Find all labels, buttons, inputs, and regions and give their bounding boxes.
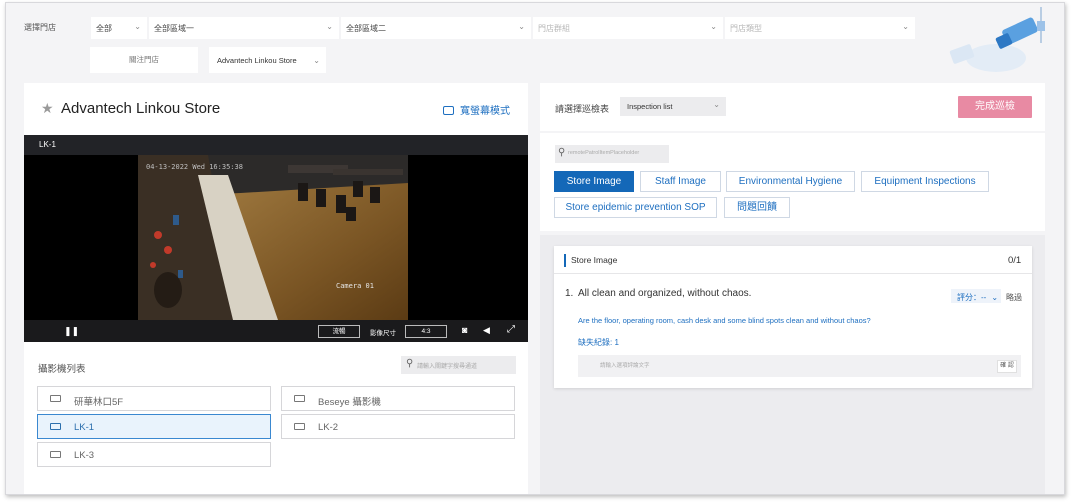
camera-item-label: Beseye 攝影機 xyxy=(318,397,381,408)
patrol-item-search-input[interactable]: ⚲ remotePatrolItemPlaceholder xyxy=(555,145,669,163)
tag-equipment-inspections[interactable]: Equipment Inspections xyxy=(861,171,989,192)
confirm-comment-button[interactable]: 確 認 xyxy=(997,360,1017,373)
all-select[interactable]: 全部 ⌄ xyxy=(91,17,147,39)
camera-item-beseye[interactable]: Beseye 攝影機 xyxy=(281,386,515,411)
camera-icon xyxy=(50,451,61,458)
tag-store-image[interactable]: Store Image xyxy=(554,171,634,192)
item-description: Are the floor, operating room, cash desk… xyxy=(578,316,871,325)
camera-item-label: LK-3 xyxy=(74,450,95,461)
all-select-value: 全部 xyxy=(96,24,112,33)
camera-search-input[interactable]: ⚲ 請輸入關鍵字搜尋通道 xyxy=(401,356,516,374)
store-group-placeholder: 門店群組 xyxy=(538,24,570,33)
store-select-value: Advantech Linkou Store xyxy=(217,56,297,65)
chevron-down-icon: ⌄ xyxy=(134,22,141,31)
video-controls: ❚❚ 流暢 影像尺寸 4:3 ◙ ◀ ⤢ xyxy=(24,320,528,342)
region2-select-value: 全部區域二 xyxy=(346,24,386,33)
store-title: Advantech Linkou Store xyxy=(61,100,221,117)
store-group-select[interactable]: 門店群組 ⌄ xyxy=(533,17,723,39)
camera-item-label: LK-1 xyxy=(74,422,95,433)
camera-illustration xyxy=(949,7,1045,72)
aspect-ratio-button[interactable]: 4:3 xyxy=(405,325,447,338)
comment-input[interactable]: 請輸入選項評論文字 確 認 xyxy=(578,355,1021,377)
chevron-down-icon: ⌄ xyxy=(326,22,333,31)
region2-select[interactable]: 全部區域二 ⌄ xyxy=(341,17,531,39)
pause-icon[interactable]: ❚❚ xyxy=(64,326,79,337)
video-player[interactable]: 04-13-2022 Wed 16:35:38 Camera 01 LK-1 ❚… xyxy=(24,135,528,342)
star-icon[interactable]: ★ xyxy=(41,100,54,117)
snapshot-icon[interactable]: ◙ xyxy=(462,325,467,335)
search-icon: ⚲ xyxy=(406,358,414,369)
search-icon: ⚲ xyxy=(558,147,566,158)
chevron-down-icon: ⌄ xyxy=(313,56,320,65)
quality-button[interactable]: 流暢 xyxy=(318,325,360,338)
volume-icon[interactable]: ◀ xyxy=(483,325,490,336)
section-divider xyxy=(554,273,1032,274)
store-select[interactable]: Advantech Linkou Store ⌄ xyxy=(209,47,326,73)
chevron-down-icon: ⌄ xyxy=(902,22,909,31)
patrol-item-search-placeholder: remotePatrolItemPlaceholder xyxy=(568,150,640,156)
video-camera-name: LK-1 xyxy=(39,140,56,149)
video-size-label: 影像尺寸 xyxy=(370,330,396,337)
skip-button[interactable]: 略過 xyxy=(1006,292,1022,303)
chevron-down-icon: ⌄ xyxy=(713,100,720,109)
camera-item-label: LK-2 xyxy=(318,422,339,433)
camera-icon xyxy=(50,395,61,402)
video-topbar: LK-1 xyxy=(24,135,528,155)
tag-staff-image[interactable]: Staff Image xyxy=(640,171,721,192)
tag-environmental-hygiene[interactable]: Environmental Hygiene xyxy=(726,171,855,192)
camera-list-title: 攝影機列表 xyxy=(38,364,86,375)
camera-icon xyxy=(50,423,61,430)
video-camera-label: Camera 01 xyxy=(336,282,374,290)
missing-record-link[interactable]: 缺失紀錄: 1 xyxy=(578,337,619,348)
camera-search-placeholder: 請輸入關鍵字搜尋通道 xyxy=(417,364,478,370)
inspection-select-label: 請選擇巡檢表 xyxy=(555,104,610,114)
app-window: 選擇門店 全部 ⌄ 全部區域一 ⌄ 全部區域二 ⌄ 門店群組 ⌄ 門店類型 ⌄ … xyxy=(5,2,1065,495)
camera-icon xyxy=(294,423,305,430)
comment-placeholder: 請輸入選項評論文字 xyxy=(600,363,650,369)
chevron-down-icon: ⌄ xyxy=(710,22,717,31)
region1-select-value: 全部區域一 xyxy=(154,24,194,33)
store-filter-label: 選擇門店 xyxy=(24,23,56,32)
inspection-list-value: Inspection list xyxy=(627,102,673,111)
region1-select[interactable]: 全部區域一 ⌄ xyxy=(149,17,339,39)
camera-item-lk-1[interactable]: LK-1 xyxy=(37,414,271,439)
wide-screen-mode-button[interactable]: 寬螢幕模式 xyxy=(443,102,510,117)
section-title: Store Image xyxy=(571,255,618,265)
store-type-placeholder: 門店類型 xyxy=(730,24,762,33)
camera-item-lk-2[interactable]: LK-2 xyxy=(281,414,515,439)
fullscreen-icon[interactable]: ⤢ xyxy=(507,324,515,335)
follow-store-button[interactable]: 關注門店 xyxy=(90,47,198,73)
camera-item-label: 研華林口5F xyxy=(74,397,124,408)
video-timestamp: 04-13-2022 Wed 16:35:38 xyxy=(146,163,243,171)
camera-feed-image: 04-13-2022 Wed 16:35:38 Camera 01 xyxy=(138,155,408,320)
widescreen-icon xyxy=(443,106,454,115)
section-accent-bar xyxy=(564,254,566,267)
inspection-list-select[interactable]: Inspection list ⌄ xyxy=(620,97,726,116)
wide-screen-mode-label: 寬螢幕模式 xyxy=(460,106,510,117)
tag-epidemic-prevention[interactable]: Store epidemic prevention SOP xyxy=(554,197,717,218)
complete-inspection-button[interactable]: 完成巡檢 xyxy=(958,96,1032,118)
section-count: 0/1 xyxy=(1008,255,1022,266)
item-number: 1. xyxy=(565,288,574,299)
camera-icon xyxy=(294,395,305,402)
store-type-select[interactable]: 門店類型 ⌄ xyxy=(725,17,915,39)
camera-item-lk-3[interactable]: LK-3 xyxy=(37,442,271,467)
tag-feedback[interactable]: 問題回饋 xyxy=(724,197,790,218)
item-title: All clean and organized, without chaos. xyxy=(578,288,752,299)
score-select[interactable]: 評分：-- ⌄ xyxy=(951,289,1001,303)
camera-item-linkou-5f[interactable]: 研華林口5F xyxy=(37,386,271,411)
chevron-down-icon: ⌄ xyxy=(991,293,999,302)
chevron-down-icon: ⌄ xyxy=(518,22,525,31)
score-select-value: 評分：-- xyxy=(957,293,987,302)
